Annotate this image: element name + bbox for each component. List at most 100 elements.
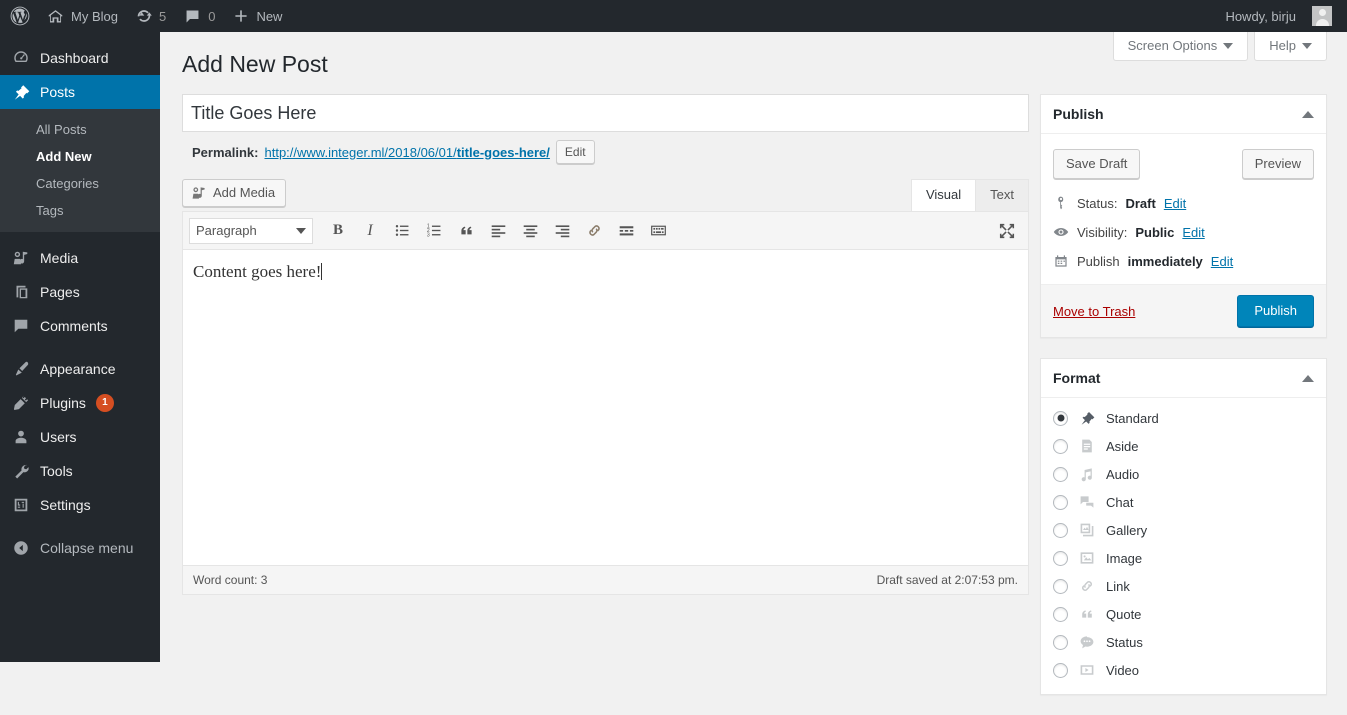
sidebar-item-label: Pages xyxy=(40,285,80,299)
updates-menu[interactable]: 5 xyxy=(127,0,175,32)
media-buttons-row: Add Media Visual Text xyxy=(182,174,1029,211)
radio-standard[interactable] xyxy=(1053,411,1068,426)
submenu-item-tags[interactable]: Tags xyxy=(0,197,160,224)
add-media-button[interactable]: Add Media xyxy=(182,179,286,207)
permalink-slug: title-goes-here/ xyxy=(457,145,550,160)
bold-icon[interactable]: B xyxy=(323,216,353,246)
comments-menu[interactable]: 0 xyxy=(175,0,224,32)
radio-video[interactable] xyxy=(1053,663,1068,678)
radio-chat[interactable] xyxy=(1053,495,1068,510)
post-title-input[interactable]: Title Goes Here xyxy=(182,94,1029,132)
quote-icon xyxy=(1077,604,1097,624)
chevron-up-icon[interactable] xyxy=(1302,375,1314,382)
toolbar-toggle-icon[interactable] xyxy=(643,216,673,246)
text-cursor xyxy=(321,263,322,280)
numbered-list-icon[interactable]: 1 2 3 xyxy=(419,216,449,246)
post-status-label: Status: xyxy=(1077,196,1117,211)
sidebar-item-plugins[interactable]: Plugins 1 xyxy=(0,386,160,420)
editor-toolbar: Paragraph B I 1 2 3 xyxy=(182,211,1029,250)
edit-status-link[interactable]: Edit xyxy=(1164,196,1186,211)
format-option-aside[interactable]: Aside xyxy=(1053,432,1314,460)
radio-audio[interactable] xyxy=(1053,467,1068,482)
publish-button[interactable]: Publish xyxy=(1237,295,1314,327)
sidebar-item-pages[interactable]: Pages xyxy=(0,275,160,309)
format-option-status[interactable]: Status xyxy=(1053,628,1314,656)
sidebar-item-label: Users xyxy=(40,430,77,444)
my-account-menu[interactable]: Howdy, birju xyxy=(1216,0,1341,32)
svg-text:3: 3 xyxy=(426,232,429,238)
format-postbox-header[interactable]: Format xyxy=(1041,359,1326,398)
screen-options-button[interactable]: Screen Options xyxy=(1113,32,1249,61)
save-draft-button[interactable]: Save Draft xyxy=(1053,149,1140,179)
sidebar-item-posts[interactable]: Posts xyxy=(0,75,160,109)
editor-mode-tabs: Visual Text xyxy=(912,179,1029,211)
sidebar-item-media[interactable]: Media xyxy=(0,241,160,275)
format-option-audio[interactable]: Audio xyxy=(1053,460,1314,488)
chevron-up-icon[interactable] xyxy=(1302,111,1314,118)
link-icon[interactable] xyxy=(579,216,609,246)
align-center-icon[interactable] xyxy=(515,216,545,246)
align-right-icon[interactable] xyxy=(547,216,577,246)
fullscreen-icon[interactable] xyxy=(992,216,1022,246)
italic-icon[interactable]: I xyxy=(355,216,385,246)
publish-postbox-header[interactable]: Publish xyxy=(1041,95,1326,134)
publish-postbox-body: Save Draft Preview Status: Draft Edit xyxy=(1041,134,1326,276)
format-option-label: Image xyxy=(1106,551,1142,566)
format-option-image[interactable]: Image xyxy=(1053,544,1314,572)
sidebar-item-tools[interactable]: Tools xyxy=(0,454,160,488)
format-option-video[interactable]: Video xyxy=(1053,656,1314,684)
radio-aside[interactable] xyxy=(1053,439,1068,454)
paragraph-format-select[interactable]: Paragraph xyxy=(189,218,313,244)
word-count: Word count: 3 xyxy=(193,573,267,587)
edit-schedule-link[interactable]: Edit xyxy=(1211,254,1233,269)
permalink-link[interactable]: http://www.integer.ml/2018/06/01/title-g… xyxy=(264,145,549,160)
bulleted-list-icon[interactable] xyxy=(387,216,417,246)
radio-quote[interactable] xyxy=(1053,607,1068,622)
radio-image[interactable] xyxy=(1053,551,1068,566)
sidebar-item-dashboard[interactable]: Dashboard xyxy=(0,41,160,75)
sidebar-item-comments[interactable]: Comments xyxy=(0,309,160,343)
admin-sidebar-menu: Dashboard Posts All Posts Add New Catego… xyxy=(0,32,160,662)
edit-permalink-button[interactable]: Edit xyxy=(556,140,595,164)
edit-visibility-link[interactable]: Edit xyxy=(1182,225,1204,240)
post-content-editor[interactable]: Content goes here! xyxy=(182,250,1029,566)
format-option-standard[interactable]: Standard xyxy=(1053,404,1314,432)
blockquote-icon[interactable] xyxy=(451,216,481,246)
tab-visual[interactable]: Visual xyxy=(911,179,976,211)
radio-status[interactable] xyxy=(1053,635,1068,650)
format-option-chat[interactable]: Chat xyxy=(1053,488,1314,516)
post-visibility-row: Visibility: Public Edit xyxy=(1053,218,1314,247)
sidebar-item-settings[interactable]: Settings xyxy=(0,488,160,522)
sidebar-item-appearance[interactable]: Appearance xyxy=(0,352,160,386)
calendar-icon xyxy=(1053,253,1069,269)
wordpress-logo-menu[interactable] xyxy=(0,0,38,32)
format-option-label: Chat xyxy=(1106,495,1133,510)
move-to-trash-link[interactable]: Move to Trash xyxy=(1053,304,1135,319)
sidebar-item-collapse-menu[interactable]: Collapse menu xyxy=(0,531,160,565)
radio-link[interactable] xyxy=(1053,579,1068,594)
align-left-icon[interactable] xyxy=(483,216,513,246)
submenu-item-all-posts[interactable]: All Posts xyxy=(0,116,160,143)
format-option-gallery[interactable]: Gallery xyxy=(1053,516,1314,544)
preview-button[interactable]: Preview xyxy=(1242,149,1314,179)
format-option-link[interactable]: Link xyxy=(1053,572,1314,600)
post-content-text: Content goes here! xyxy=(193,262,321,281)
posts-submenu: All Posts Add New Categories Tags xyxy=(0,109,160,232)
radio-gallery[interactable] xyxy=(1053,523,1068,538)
read-more-icon[interactable] xyxy=(611,216,641,246)
sidebar-item-label: Tools xyxy=(40,464,73,478)
format-option-quote[interactable]: Quote xyxy=(1053,600,1314,628)
submenu-item-categories[interactable]: Categories xyxy=(0,170,160,197)
format-option-label: Quote xyxy=(1106,607,1141,622)
sidebar-item-users[interactable]: Users xyxy=(0,420,160,454)
avatar xyxy=(1312,6,1332,26)
format-option-label: Aside xyxy=(1106,439,1139,454)
submenu-item-add-new[interactable]: Add New xyxy=(0,143,160,170)
gallery-icon xyxy=(1077,520,1097,540)
new-content-menu[interactable]: New xyxy=(224,0,291,32)
tab-text[interactable]: Text xyxy=(975,179,1029,211)
format-option-label: Gallery xyxy=(1106,523,1147,538)
help-button[interactable]: Help xyxy=(1254,32,1327,61)
add-media-label: Add Media xyxy=(213,184,275,202)
site-name-menu[interactable]: My Blog xyxy=(38,0,127,32)
